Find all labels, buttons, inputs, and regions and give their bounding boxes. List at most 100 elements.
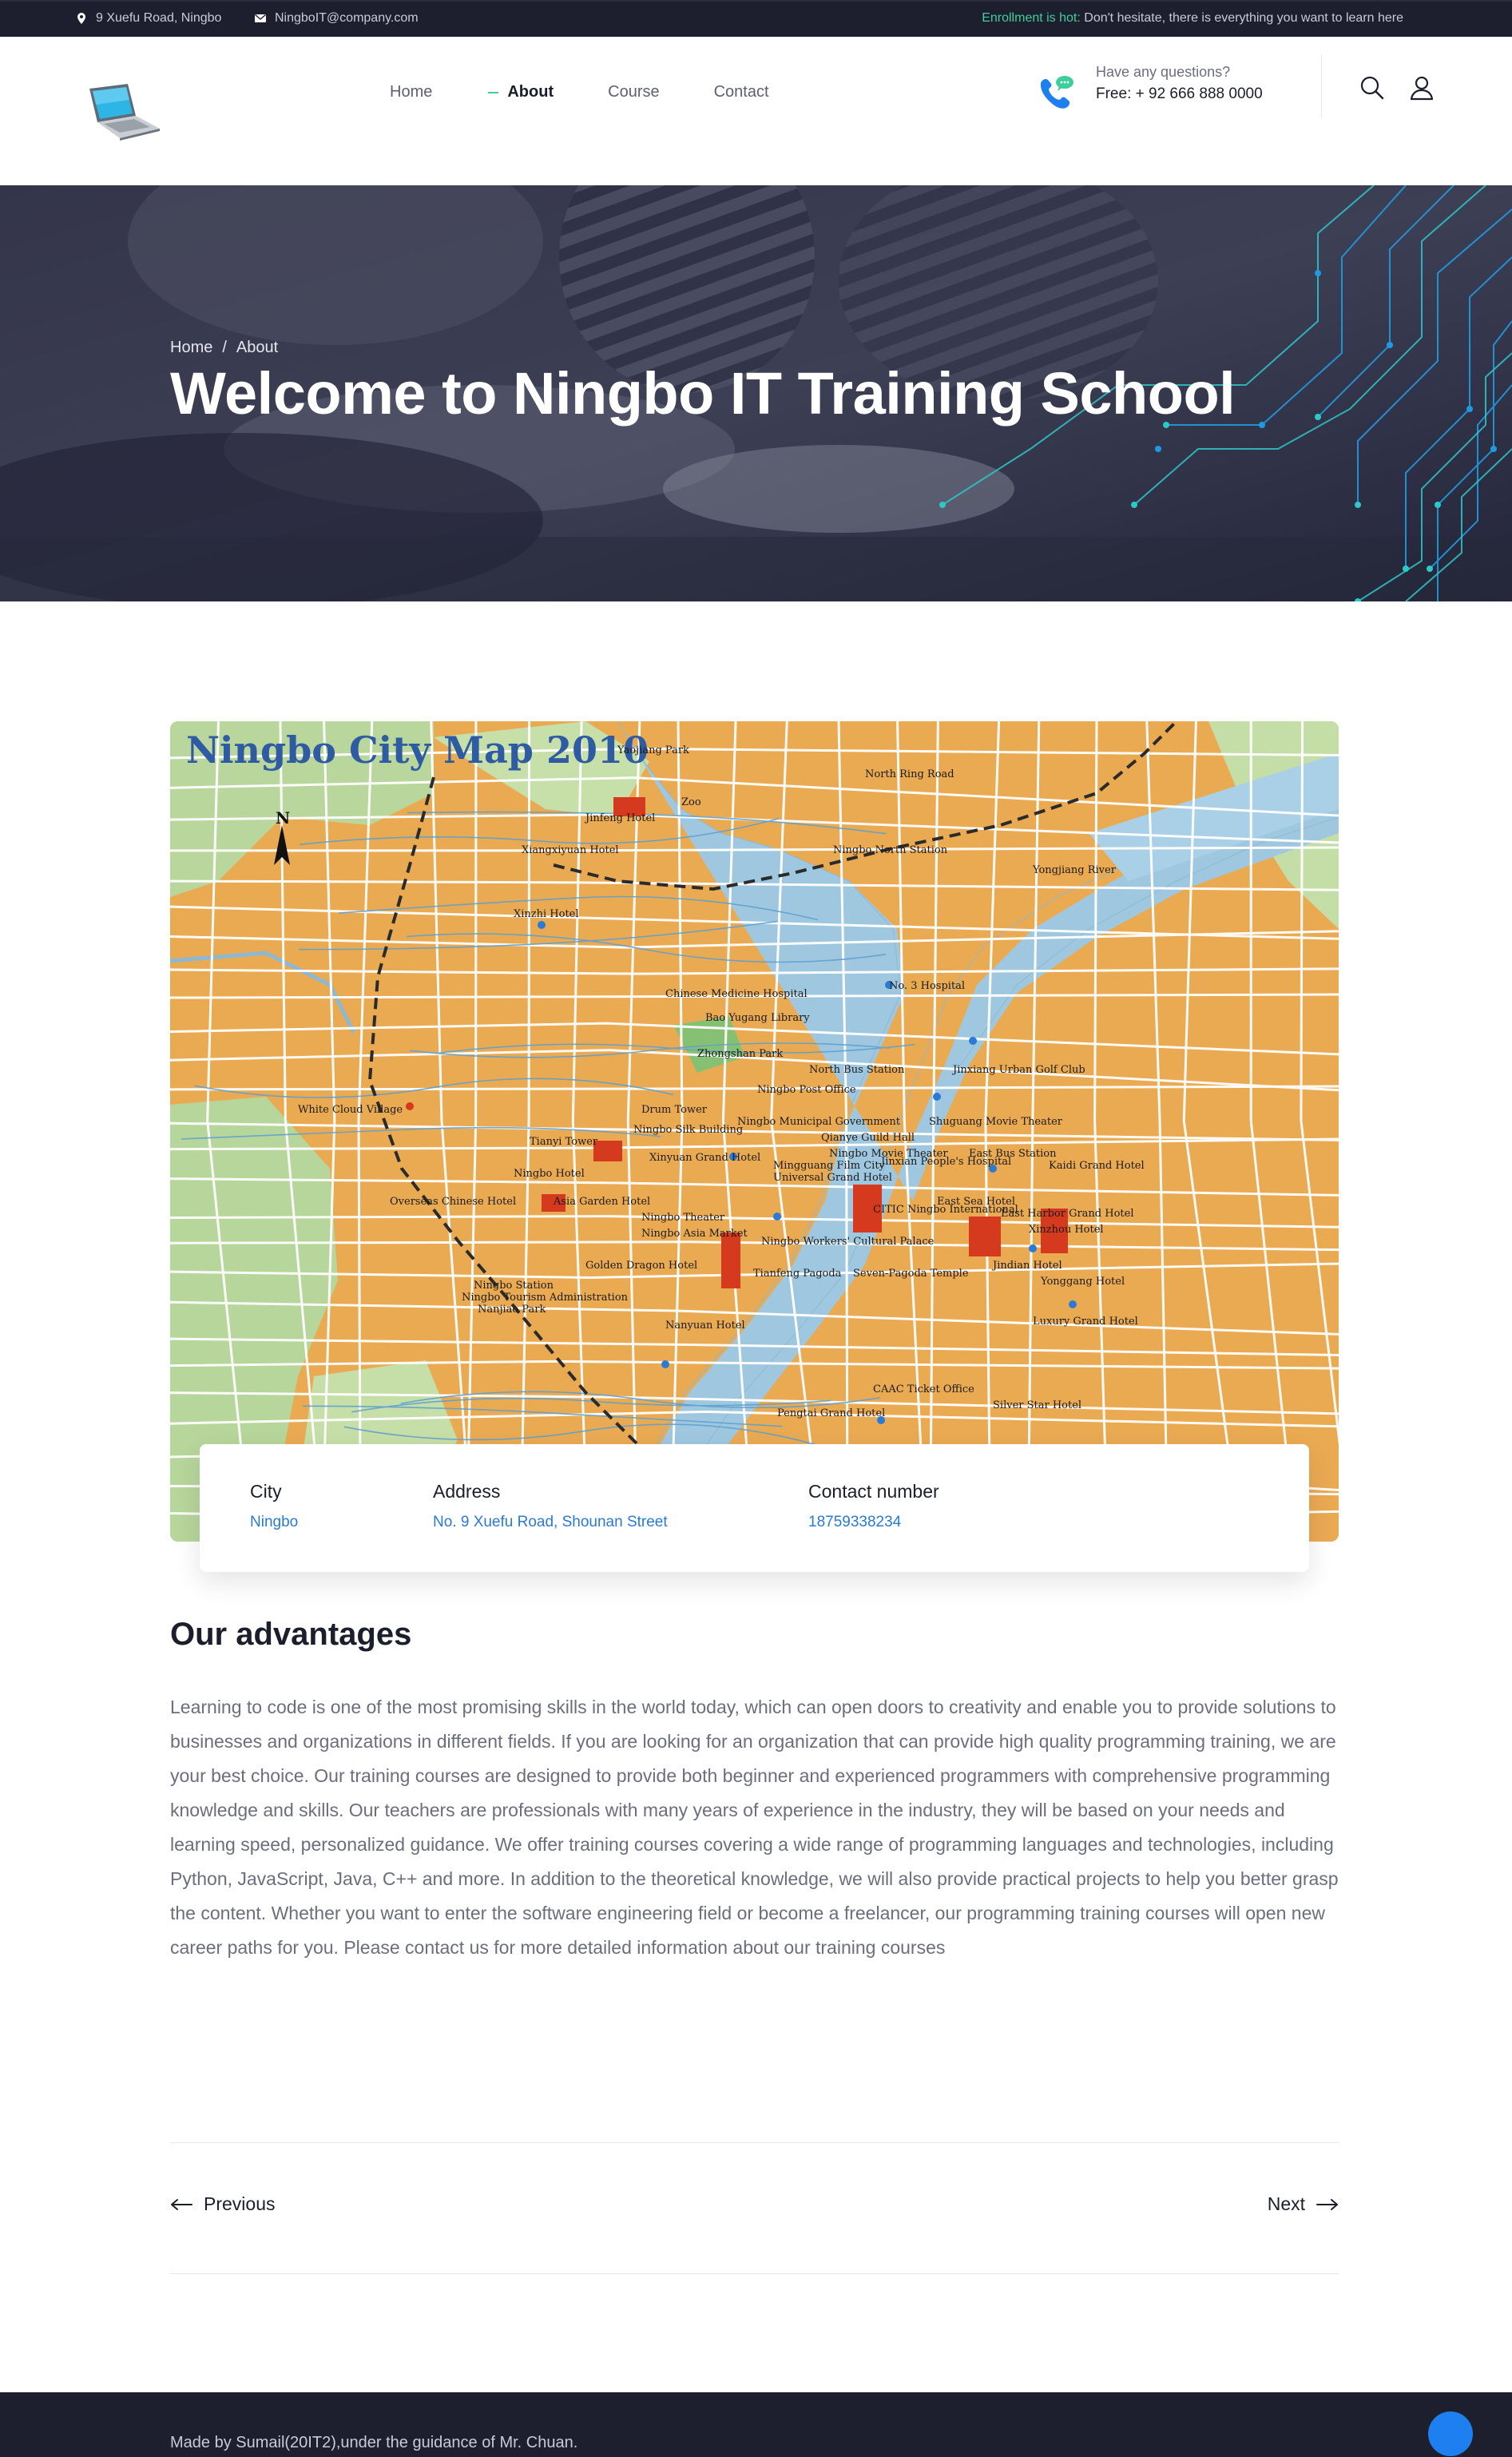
map-place-label: CITIC Ningbo International bbox=[873, 1204, 1018, 1216]
map-place-label: Golden Dragon Hotel bbox=[585, 1260, 697, 1272]
map-place-label: Nanjiao Park bbox=[478, 1304, 546, 1316]
arrow-left-icon bbox=[171, 2198, 192, 2210]
ningbo-city-map: N Ningbo City Map 2010 Yaojiang Park Nort… bbox=[170, 721, 1339, 1542]
map-place-label: Ningbo Station bbox=[474, 1280, 554, 1292]
address-info: Address No. 9 Xuefu Road, Shounan Street bbox=[433, 1481, 668, 1531]
map-place-label: Nanyuan Hotel bbox=[665, 1320, 745, 1332]
previous-label[interactable]: Previous bbox=[204, 2193, 275, 2215]
topbar-location: 9 Xuefu Road, Ningbo bbox=[75, 11, 221, 26]
advantages-heading: Our advantages bbox=[170, 1617, 412, 1652]
map-place-label: CAAC Ticket Office bbox=[873, 1383, 974, 1395]
map-place-label: Luxury Grand Hotel bbox=[1033, 1316, 1138, 1328]
map-place-label: Ningbo Asia Market bbox=[641, 1228, 748, 1240]
enrollment-hot-label: Enrollment is hot: bbox=[982, 11, 1081, 25]
map-place-label: Chinese Medicine Hospital bbox=[665, 988, 808, 1000]
main-nav: Home About Course Contact bbox=[390, 77, 823, 108]
map-place-label: Jinxiang Urban Golf Club bbox=[951, 1064, 1085, 1076]
contact-info: Contact number 18759338234 bbox=[808, 1481, 939, 1531]
map-place-label: Asia Garden Hotel bbox=[553, 1196, 650, 1208]
contact-value[interactable]: 18759338234 bbox=[808, 1514, 939, 1531]
header-phone-number[interactable]: Free: + 92 666 888 0000 bbox=[1096, 85, 1263, 103]
header-divider bbox=[1321, 54, 1322, 118]
map-place-label: Silver Star Hotel bbox=[993, 1399, 1081, 1411]
pager-divider-top bbox=[170, 2142, 1339, 2143]
breadcrumb-current: About bbox=[236, 339, 279, 356]
top-bar: 9 Xuefu Road, Ningbo NingboIT@company.co… bbox=[0, 0, 1512, 37]
advantages-paragraph: Learning to code is one of the most prom… bbox=[170, 1697, 1339, 1958]
map-place-label: Ningbo Municipal Government bbox=[737, 1116, 901, 1128]
breadcrumb: Home / About bbox=[170, 339, 278, 357]
user-icon[interactable] bbox=[1407, 73, 1436, 102]
map-place-label: Xinzhi Hotel bbox=[514, 908, 579, 920]
pager-divider-bottom bbox=[170, 2273, 1339, 2274]
map-place-label: Ningbo Post Office bbox=[757, 1084, 856, 1096]
map-place-label: Xinyuan Grand Hotel bbox=[649, 1152, 760, 1164]
map-place-label: Jinfeng Hotel bbox=[584, 812, 655, 824]
map-place-label: Jinxian People's Hospital bbox=[879, 1156, 1011, 1168]
map-place-label: Zhongshan Park bbox=[697, 1048, 783, 1060]
map-place-label: Shuguang Movie Theater bbox=[929, 1116, 1063, 1128]
previous-link[interactable]: Previous bbox=[170, 2193, 275, 2215]
map-place-label: White Cloud Village bbox=[298, 1104, 403, 1116]
topbar-email[interactable]: NingboIT@company.com bbox=[254, 11, 419, 26]
map-place-label: Yongjiang River bbox=[1032, 864, 1117, 876]
map-place-label: Bao Yugang Library bbox=[705, 1012, 810, 1024]
map-image: N Ningbo City Map 2010 Yaojiang Park Nort… bbox=[170, 721, 1339, 1542]
header-question: Have any questions? bbox=[1096, 64, 1231, 80]
enrollment-notice-text: Don't hesitate, there is everything you … bbox=[1084, 11, 1403, 25]
city-value: Ningbo bbox=[250, 1514, 299, 1530]
map-place-label: East Harbor Grand Hotel bbox=[1001, 1208, 1133, 1220]
nav-home[interactable]: Home bbox=[390, 77, 432, 108]
city-label: City bbox=[250, 1481, 282, 1502]
breadcrumb-separator: / bbox=[222, 339, 227, 356]
nav-course[interactable]: Course bbox=[608, 77, 659, 108]
phone-chat-icon bbox=[1040, 76, 1073, 109]
topbar-location-text: 9 Xuefu Road, Ningbo bbox=[96, 11, 222, 25]
map-title: Ningbo City Map 2010 bbox=[186, 728, 649, 772]
map-place-label: North Bus Station bbox=[809, 1064, 905, 1076]
next-link[interactable]: Next bbox=[1268, 2193, 1339, 2215]
header-contact: Have any questions? Free: + 92 666 888 0… bbox=[1096, 64, 1263, 103]
map-place-label: Tianfeng Pagoda bbox=[753, 1268, 842, 1280]
map-place-label: Zoo bbox=[681, 796, 701, 808]
map-place-label: Tianyi Tower bbox=[530, 1136, 598, 1148]
address-label: Address bbox=[433, 1481, 501, 1502]
map-place-label: Overseas Chinese Hotel bbox=[390, 1196, 516, 1208]
laptop-icon[interactable] bbox=[83, 81, 163, 145]
map-place-label: Mingguang Film City bbox=[773, 1160, 886, 1172]
next-label[interactable]: Next bbox=[1268, 2193, 1305, 2215]
map-place-label: Drum Tower bbox=[641, 1104, 708, 1116]
page-title: Welcome to Ningbo IT Training School bbox=[170, 360, 1236, 427]
back-to-top-icon[interactable] bbox=[1428, 2411, 1473, 2456]
map-place-label: Kaidi Grand Hotel bbox=[1049, 1160, 1145, 1172]
map-place-label: North Ring Road bbox=[865, 768, 954, 780]
map-place-label: Jindian Hotel bbox=[991, 1260, 1062, 1272]
map-place-label: Qianye Guild Hall bbox=[821, 1132, 915, 1144]
map-place-label: Ningbo Workers' Cultural Palace bbox=[761, 1236, 935, 1248]
site-footer: Made by Sumail(20IT2),under the guidance… bbox=[0, 2392, 1512, 2457]
map-place-label: Ningbo Silk Building bbox=[633, 1124, 743, 1136]
map-place-label: Xinzhou Hotel bbox=[1029, 1224, 1104, 1236]
map-north-label: N bbox=[276, 808, 290, 828]
nav-contact[interactable]: Contact bbox=[714, 77, 769, 108]
breadcrumb-home[interactable]: Home bbox=[170, 339, 212, 357]
nav-about[interactable]: About bbox=[486, 77, 554, 108]
footer-credit: Made by Sumail(20IT2),under the guidance… bbox=[170, 2434, 578, 2451]
enrollment-notice: Enrollment is hot: Don't hesitate, there… bbox=[982, 11, 1403, 26]
map-place-label: No. 3 Hospital bbox=[889, 980, 965, 992]
map-place-label: Seven-Pagoda Temple bbox=[853, 1268, 969, 1280]
map-place-label: Xiangxiyuan Hotel bbox=[522, 844, 619, 856]
map-place-label: Yaojiang Park bbox=[617, 744, 689, 756]
topbar-email-text[interactable]: NingboIT@company.com bbox=[275, 11, 419, 26]
envelope-icon bbox=[255, 14, 266, 22]
site-header: Home About Course Contact Have any quest… bbox=[0, 37, 1512, 185]
search-icon[interactable] bbox=[1358, 73, 1387, 102]
arrow-right-icon bbox=[1316, 2198, 1338, 2210]
city-info: City Ningbo bbox=[250, 1481, 298, 1531]
map-place-label: Ningbo Theater bbox=[641, 1212, 725, 1224]
address-value: No. 9 Xuefu Road, Shounan Street bbox=[433, 1514, 668, 1530]
map-pin-icon bbox=[77, 13, 85, 24]
contact-label: Contact number bbox=[808, 1481, 939, 1502]
map-place-label: Ningbo Tourism Administration bbox=[462, 1292, 629, 1304]
page-hero: Home / About Welcome to Ningbo IT Traini… bbox=[0, 185, 1512, 601]
